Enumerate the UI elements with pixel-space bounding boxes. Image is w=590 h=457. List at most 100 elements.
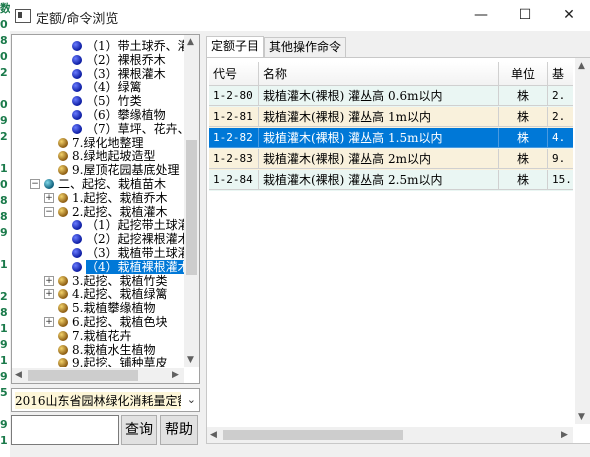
tree-node-label: （1）起挖带土球灌 xyxy=(86,218,184,233)
section-icon xyxy=(58,137,68,148)
tree-node-label: （5）竹类 xyxy=(86,94,142,109)
maximize-button[interactable]: ☐ xyxy=(503,3,547,27)
table-vertical-scrollbar[interactable]: ▲ ▼ xyxy=(575,58,590,424)
table-row[interactable]: 1-2-80 栽植灌木(裸根) 灌丛高 0.6m以内株 2. xyxy=(209,86,573,107)
tree-vertical-scrollbar[interactable]: ▲ ▼ xyxy=(184,35,199,367)
section-icon xyxy=(58,165,68,176)
tab-quota-items[interactable]: 定额子目 xyxy=(206,36,265,59)
tree-node[interactable]: （5）竹类 xyxy=(72,94,142,108)
collapse-icon[interactable]: − xyxy=(44,206,54,217)
cell-base: 4. xyxy=(548,128,573,148)
tree-node[interactable]: 3.起挖、栽植竹类 xyxy=(58,274,167,288)
tree-node[interactable]: （3）栽植带土球灌 xyxy=(72,246,184,260)
tree-node-label: （3）裸根灌木 xyxy=(86,66,166,81)
tree-node[interactable]: 9.起挖、铺种草皮 xyxy=(58,356,167,367)
header-unit[interactable]: 单位 xyxy=(499,62,548,86)
tree-node[interactable]: 9.屋顶花园基底处理 xyxy=(58,163,179,177)
search-input[interactable] xyxy=(11,415,119,445)
table-horizontal-scroll-thumb[interactable] xyxy=(223,430,403,440)
tree-node[interactable]: （4）绿篱 xyxy=(72,80,142,94)
quota-library-select[interactable]: 2016山东省园林绿化消耗量定额 ⌄ xyxy=(11,388,200,412)
tree-node-label: （1）带土球乔、灌 xyxy=(86,39,184,53)
tree-horizontal-scrollbar[interactable]: ◀ ▶ xyxy=(12,368,184,383)
table-row[interactable]: 1-2-82 栽植灌木(裸根) 灌丛高 1.5m以内株 4. xyxy=(209,128,573,149)
query-button[interactable]: 查询 xyxy=(121,415,157,445)
expand-icon[interactable]: + xyxy=(44,317,54,327)
background-window-glyph: 0 xyxy=(0,18,8,31)
tree-node-label: 二、起挖、栽植苗木 xyxy=(58,177,167,191)
tree-node[interactable]: 6.起挖、栽植色块 xyxy=(58,315,167,329)
tree-node[interactable]: 7.绿化地整理 xyxy=(58,136,143,150)
tree-node[interactable]: （2）起挖裸根灌木 xyxy=(72,232,184,246)
tree-node[interactable]: （3）裸根灌木 xyxy=(72,67,166,81)
scroll-right-icon[interactable]: ▶ xyxy=(561,430,568,440)
header-name[interactable]: 名称 xyxy=(259,62,499,86)
cell-name: 栽植灌木(裸根) 灌丛高 1.5m以内 xyxy=(259,128,499,148)
scroll-up-icon[interactable]: ▲ xyxy=(187,37,194,47)
tree-node[interactable]: 4.起挖、栽植绿篱 xyxy=(58,287,167,301)
category-tree: （1）带土球乔、灌 （2）裸根乔木 （3）裸根灌木 （4）绿篱 （5）竹类 （6）攀缘植物… xyxy=(12,35,184,367)
tree-node[interactable]: （2）裸根乔木 xyxy=(72,53,166,67)
background-window-glyph: 2 xyxy=(0,66,8,79)
scroll-down-icon[interactable]: ▼ xyxy=(187,355,194,365)
tree-node-label: 8.绿地起坡造型 xyxy=(72,149,156,164)
tree-node-label: 7.栽植花卉 xyxy=(72,328,132,343)
collapse-icon[interactable]: − xyxy=(30,179,40,189)
close-button[interactable]: ✕ xyxy=(547,3,590,27)
tree-node[interactable]: （1）起挖带土球灌 xyxy=(72,218,184,232)
section-icon xyxy=(58,289,68,300)
cell-base: 2. xyxy=(548,107,573,127)
scroll-left-icon[interactable]: ◀ xyxy=(210,430,217,440)
scroll-down-icon[interactable]: ▼ xyxy=(578,412,585,422)
cell-unit: 株 xyxy=(499,107,548,127)
background-window-glyph: 2 xyxy=(0,130,8,143)
quota-library-value: 2016山东省园林绿化消耗量定额 xyxy=(15,392,181,409)
cell-code: 1-2-83 xyxy=(209,149,259,169)
tree-node[interactable]: （7）草坪、花卉、 xyxy=(72,122,184,136)
leaf-node-icon xyxy=(72,123,82,134)
section-icon xyxy=(58,275,68,286)
tree-node[interactable]: 二、起挖、栽植苗木 xyxy=(44,177,166,191)
table-row[interactable]: 1-2-83 栽植灌木(裸根) 灌丛高 2m以内株 9. xyxy=(209,149,573,170)
tree-node[interactable]: 8.绿地起坡造型 xyxy=(58,149,155,163)
background-window-glyph: 9 xyxy=(0,418,8,431)
tree-node-label: 5.栽植攀缘植物 xyxy=(72,301,156,316)
background-window-glyph xyxy=(0,82,9,96)
expand-icon[interactable]: + xyxy=(44,289,54,300)
header-code[interactable]: 代号 xyxy=(209,62,259,86)
quota-browser-window: 定额/命令浏览 — ☐ ✕ （1）带土球乔、灌 （2）裸根乔木 （3）裸根灌木 （4）… xyxy=(10,0,590,457)
background-window-glyph: 9 xyxy=(0,370,8,383)
scroll-left-icon[interactable]: ◀ xyxy=(15,370,22,380)
cell-base: 15. xyxy=(548,170,573,190)
section-icon xyxy=(58,317,68,327)
tree-node[interactable]: 7.栽植花卉 xyxy=(58,329,131,343)
tree-node[interactable]: 8.栽植水生植物 xyxy=(58,343,155,357)
section-icon xyxy=(58,344,68,355)
background-window-glyph: 8 xyxy=(0,210,8,223)
tab-other-commands[interactable]: 其他操作命令 xyxy=(264,37,347,58)
table-row[interactable]: 1-2-81 栽植灌木(裸根) 灌丛高 1m以内株 2. xyxy=(209,107,573,128)
window-title: 定额/命令浏览 xyxy=(36,12,119,27)
help-button[interactable]: 帮助 xyxy=(160,415,198,445)
background-window-glyph: 1 xyxy=(0,434,8,447)
chevron-down-icon[interactable]: ⌄ xyxy=(187,393,196,406)
table-horizontal-scrollbar[interactable]: ◀ ▶ xyxy=(207,427,573,443)
tree-node[interactable]: （4）栽植裸根灌木 xyxy=(72,259,184,274)
tree-vertical-scroll-thumb[interactable] xyxy=(186,140,197,275)
leaf-node-icon xyxy=(72,234,82,245)
tree-horizontal-scroll-thumb[interactable] xyxy=(28,370,138,381)
expand-icon[interactable]: + xyxy=(44,192,54,203)
expand-icon[interactable]: + xyxy=(44,275,54,286)
minimize-button[interactable]: — xyxy=(459,3,503,27)
scroll-up-icon[interactable]: ▲ xyxy=(578,61,585,71)
tree-node[interactable]: （6）攀缘植物 xyxy=(72,108,166,122)
tree-node[interactable]: 2.起挖、栽植灌木 xyxy=(58,205,167,219)
table-row[interactable]: 1-2-84 栽植灌木(裸根) 灌丛高 2.5m以内株 15. xyxy=(209,170,573,191)
section-icon xyxy=(58,192,68,203)
tree-node[interactable]: 5.栽植攀缘植物 xyxy=(58,301,155,315)
scroll-right-icon[interactable]: ▶ xyxy=(172,370,179,380)
tree-node[interactable]: （1）带土球乔、灌 xyxy=(72,39,184,53)
header-base[interactable]: 基 xyxy=(548,62,573,86)
table-header: 代号 名称 单位 基 xyxy=(209,62,573,86)
tree-node[interactable]: 1.起挖、栽植乔木 xyxy=(58,191,167,205)
